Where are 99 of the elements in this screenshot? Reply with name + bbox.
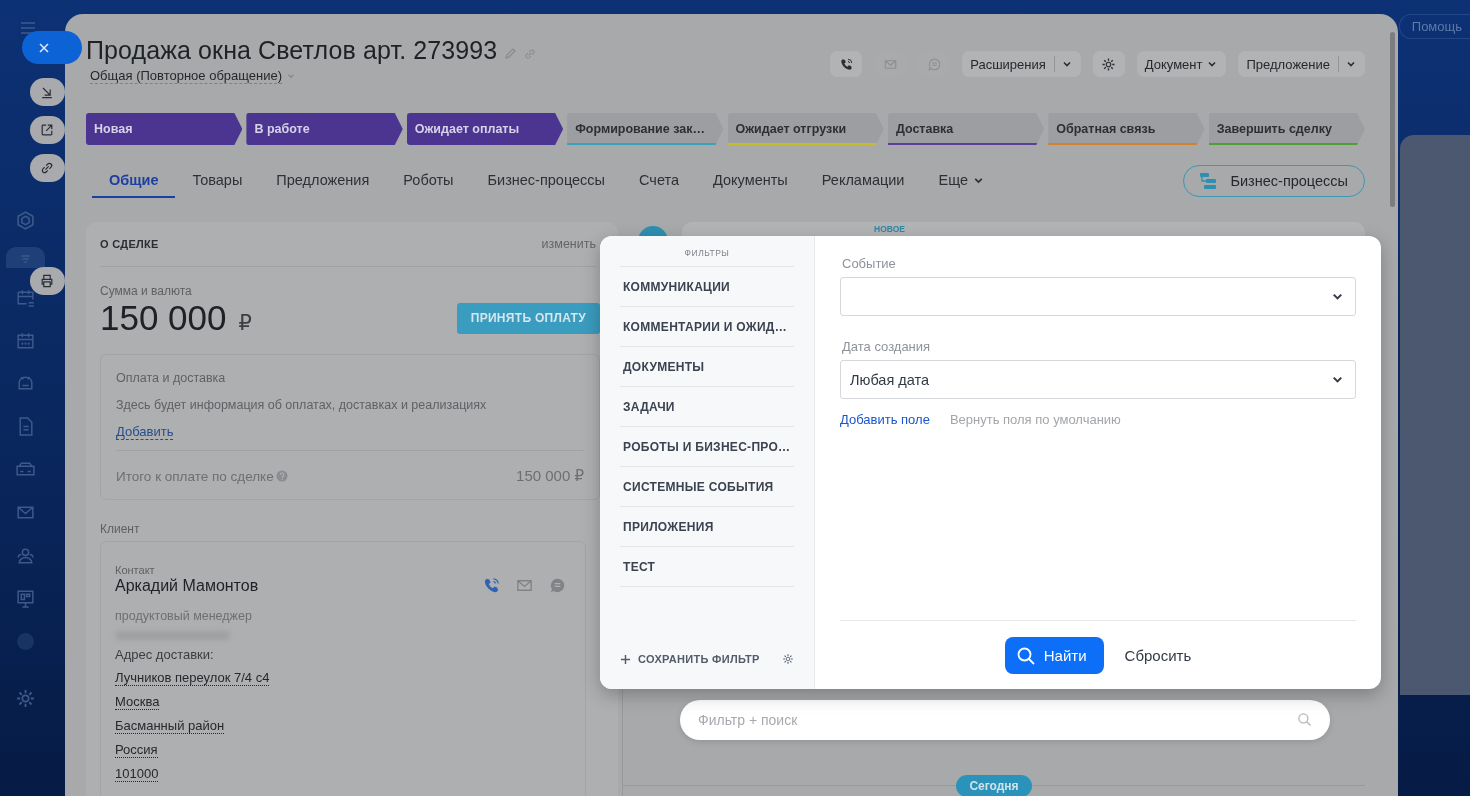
scrollbar[interactable] (1390, 32, 1395, 207)
filter-preset[interactable]: СИСТЕМНЫЕ СОБЫТИЯ (620, 467, 794, 507)
save-filter-button[interactable]: СОХРАНИТЬ ФИЛЬТР (620, 653, 760, 665)
tab[interactable]: Документы (696, 164, 805, 198)
field-label: Сумма и валюта (100, 284, 193, 298)
field-label: Дата создания (842, 339, 932, 354)
reset-button[interactable]: Сбросить (1124, 647, 1192, 664)
stage-step[interactable]: Обратная связь (1048, 113, 1205, 145)
filter-preset[interactable]: ТЕСТ (620, 547, 794, 587)
field-label: Контакт (115, 564, 156, 576)
category-text[interactable]: Общая (Повторное обращение) (90, 68, 283, 84)
select-field[interactable] (840, 277, 1356, 316)
split-button[interactable]: Предложение (1238, 51, 1365, 77)
field-label: Событие (842, 256, 897, 271)
stage-label: Формирование зак… (575, 122, 705, 136)
link-button[interactable] (30, 154, 65, 182)
chat-icon (926, 56, 942, 72)
tab[interactable]: Рекламации (804, 164, 922, 198)
link-icon[interactable] (523, 46, 538, 61)
tab[interactable]: Роботы (386, 164, 471, 198)
search-field[interactable]: Фильтр + поиск (680, 700, 1330, 740)
external-link-icon (39, 122, 55, 138)
printer-button[interactable] (30, 267, 65, 295)
link-icon (39, 160, 55, 176)
total-value: 150 000 ₽ (516, 467, 584, 485)
filter-preset[interactable]: ДОКУМЕНТЫ (620, 347, 794, 387)
arrow-button[interactable] (30, 78, 65, 106)
call-button[interactable] (830, 51, 863, 77)
board-icon[interactable] (15, 588, 36, 609)
tab[interactable]: Счета (622, 164, 697, 198)
category-selector[interactable]: Общая (Повторное обращение) (90, 68, 538, 84)
address-link[interactable]: Лучников переулок 7/4 с4 (115, 670, 270, 686)
split-button[interactable]: Расширения (962, 51, 1081, 77)
address-link[interactable]: Басманный район (115, 718, 225, 734)
close-button[interactable] (22, 31, 82, 64)
search-icon (1015, 645, 1036, 666)
search-icon (1297, 712, 1312, 727)
section-title: О СДЕЛКЕ (100, 238, 159, 250)
document-dropdown[interactable]: Документ (1136, 51, 1227, 77)
settings-icon[interactable] (15, 688, 36, 709)
address-link[interactable]: Москва (115, 694, 160, 710)
total-label: Итого к оплате по сделке (116, 468, 274, 484)
stage-step[interactable]: Ожидает отгрузки (727, 113, 884, 145)
filter-preset[interactable]: РОБОТЫ И БИЗНЕС-ПРО… (620, 427, 794, 467)
calendar-icon[interactable] (15, 330, 36, 351)
stage-label: Ожидает отгрузки (735, 122, 847, 136)
stage-label: Новая (94, 122, 133, 136)
contact-position: продуктовый менеджер (115, 609, 253, 623)
info-text: Здесь будет информация об оплатах, доставках и реализациях (116, 398, 488, 412)
settings-icon (1101, 56, 1117, 72)
settings-icon[interactable] (782, 653, 794, 665)
amount-value: 150 000 (100, 298, 227, 338)
stage-label: Доставка (895, 122, 954, 136)
stage-label: Завершить сделку (1216, 122, 1332, 136)
deal-title: Продажа окна Светлов арт. 273993 (86, 36, 498, 65)
filter-preset[interactable]: ЗАДАЧИ (620, 387, 794, 427)
people-icon[interactable] (15, 545, 36, 566)
stage-step[interactable]: Завершить сделку (1208, 113, 1365, 145)
phone-icon[interactable] (482, 576, 501, 595)
printer-icon (39, 273, 55, 289)
stage-step[interactable]: Ожидает оплаты (406, 113, 564, 145)
tab[interactable]: Товары (175, 164, 260, 198)
add-link[interactable]: Добавить (116, 424, 174, 440)
filter-preset[interactable]: ПРИЛОЖЕНИЯ (620, 507, 794, 547)
box-title: Оплата и доставка (116, 371, 227, 385)
filter-preset[interactable]: КОММУНИКАЦИИ (620, 267, 794, 307)
filter-heading: ФИЛЬТРЫ (620, 236, 794, 267)
address-link[interactable]: Россия (115, 742, 158, 758)
stage-label: В работе (254, 122, 310, 136)
chat-icon[interactable] (548, 576, 567, 595)
tab[interactable]: Предложения (259, 164, 387, 198)
section-label: Клиент (100, 522, 141, 536)
select-field[interactable]: Любая дата (840, 360, 1356, 399)
external-link-button[interactable] (30, 116, 65, 144)
new-label: НОВОЕ (874, 224, 905, 234)
field-label: Адрес доставки: (115, 647, 215, 662)
calendar-list-icon[interactable] (15, 287, 36, 308)
filter-preset[interactable]: КОММЕНТАРИИ И ОЖИД… (620, 307, 794, 347)
stage-step[interactable]: Формирование зак… (567, 113, 724, 145)
phone-icon (838, 56, 854, 72)
help-icon[interactable] (275, 470, 288, 482)
tab[interactable]: Еще (921, 164, 1002, 198)
pencil-icon[interactable] (503, 46, 518, 61)
stage-step[interactable]: Доставка (887, 113, 1045, 145)
stage-label: Обратная связь (1056, 122, 1156, 136)
today-badge: Сегодня (956, 775, 1032, 796)
plus-icon (620, 653, 631, 665)
add-field-link[interactable]: Добавить поле (840, 412, 930, 427)
tab[interactable]: Общие (92, 164, 176, 198)
stage-step[interactable]: В работе (246, 113, 403, 145)
currency-sign: ₽ (238, 311, 252, 335)
hexagon-icon[interactable] (15, 210, 36, 231)
stage-step[interactable]: Новая (86, 113, 243, 145)
stage-label: Ожидает оплаты (414, 122, 520, 136)
tab[interactable]: Бизнес-процессы (470, 164, 623, 198)
find-button[interactable]: Найти (1004, 637, 1104, 674)
address-link[interactable]: 101000 (115, 766, 159, 782)
contact-name[interactable]: Аркадий Мамонтов (115, 577, 259, 595)
settings-button[interactable] (1092, 51, 1125, 77)
